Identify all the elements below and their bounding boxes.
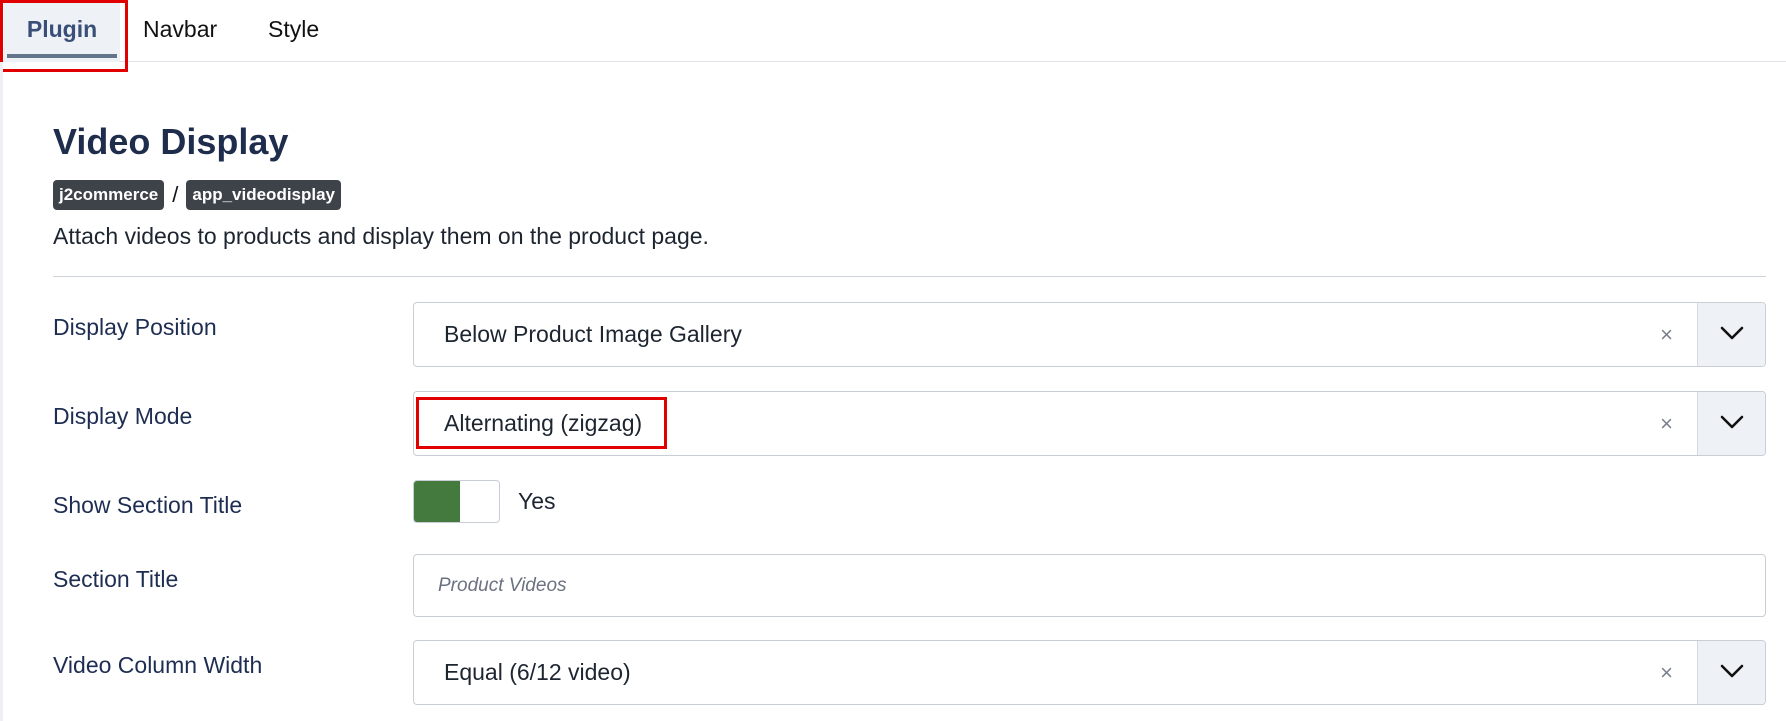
divider — [53, 276, 1766, 277]
section-title-label: Section Title — [53, 566, 179, 592]
section-title-input[interactable] — [413, 554, 1766, 617]
badge-group: j2commerce — [53, 180, 165, 210]
chevron-down-icon — [1720, 415, 1744, 429]
chevron-down-icon — [1720, 326, 1744, 340]
show-section-title-label: Show Section Title — [53, 492, 243, 518]
display-position-select[interactable]: Below Product Image Gallery × — [413, 302, 1766, 367]
clear-icon[interactable]: × — [1660, 303, 1673, 366]
page-title: Video Display — [53, 121, 289, 162]
display-mode-value: Alternating (zigzag) — [444, 410, 643, 436]
display-mode-label: Display Mode — [53, 403, 193, 429]
video-column-width-label: Video Column Width — [53, 652, 263, 678]
tab-navbar[interactable]: Navbar — [143, 0, 217, 62]
display-mode-select[interactable]: Alternating (zigzag) × — [413, 391, 1766, 456]
show-section-title-toggle[interactable] — [413, 480, 500, 523]
display-position-value: Below Product Image Gallery — [444, 321, 742, 347]
display-position-label: Display Position — [53, 314, 217, 340]
badge-element: app_videodisplay — [186, 180, 342, 210]
tab-style[interactable]: Style — [268, 0, 319, 62]
chevron-down-icon — [1720, 664, 1744, 678]
plugin-description: Attach videos to products and display th… — [53, 223, 709, 249]
tab-plugin[interactable]: Plugin — [4, 0, 120, 62]
tab-bar: Plugin Navbar Style — [0, 0, 1786, 62]
dropdown-toggle[interactable] — [1697, 641, 1765, 704]
content-left-border — [0, 62, 3, 721]
dropdown-toggle[interactable] — [1697, 303, 1765, 366]
show-section-title-state: Yes — [518, 488, 556, 514]
video-column-width-value: Equal (6/12 video) — [444, 659, 631, 685]
clear-icon[interactable]: × — [1660, 641, 1673, 704]
video-column-width-select[interactable]: Equal (6/12 video) × — [413, 640, 1766, 705]
path-separator: / — [172, 182, 179, 207]
dropdown-toggle[interactable] — [1697, 392, 1765, 455]
extension-path: j2commerce / app_videodisplay — [53, 180, 342, 210]
clear-icon[interactable]: × — [1660, 392, 1673, 455]
toggle-on-indicator — [414, 481, 460, 522]
